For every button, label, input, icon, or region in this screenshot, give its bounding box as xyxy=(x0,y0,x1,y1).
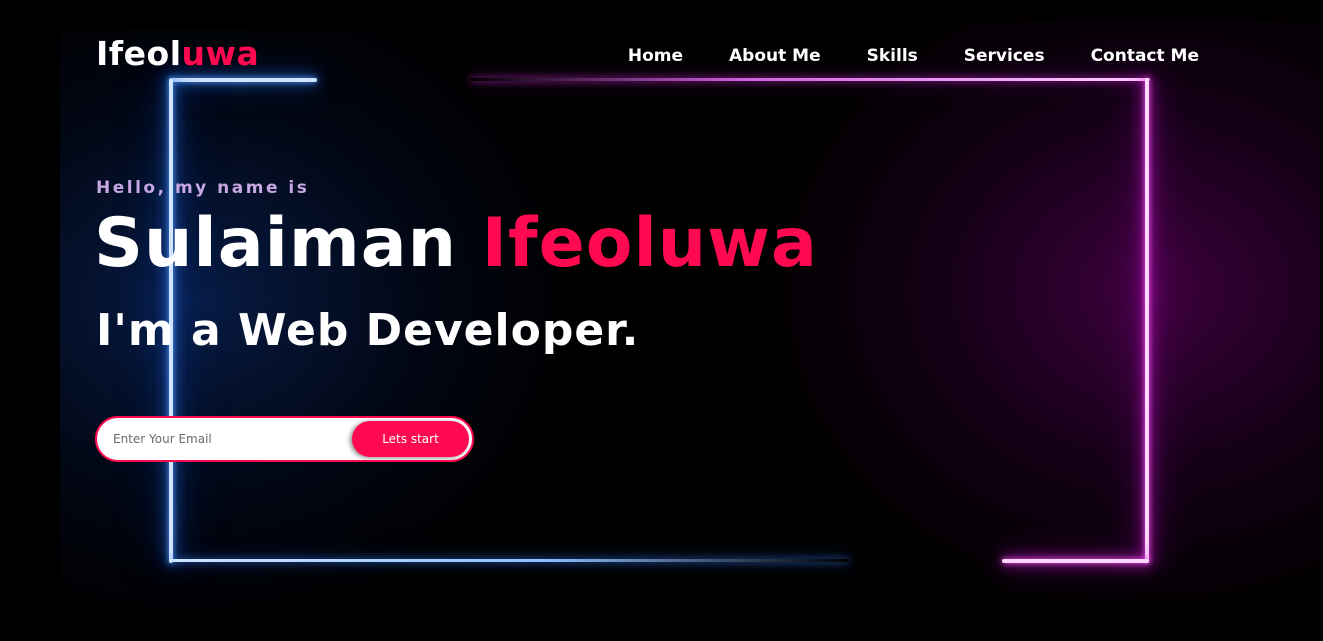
neon-frame-blue-bottom xyxy=(169,559,849,562)
nav-contact-me[interactable]: Contact Me xyxy=(1091,46,1199,66)
logo-text-white: Ifeol xyxy=(96,34,182,73)
page: Ifeoluwa Home About Me Skills Services C… xyxy=(0,0,1323,641)
nav-skills[interactable]: Skills xyxy=(867,46,918,66)
neon-frame-pink-right xyxy=(1145,78,1149,563)
email-signup-form: Lets start xyxy=(95,416,474,462)
hero-first-name: Sulaiman xyxy=(94,204,458,283)
hero-last-name: Ifeoluwa xyxy=(481,204,818,283)
nav-services[interactable]: Services xyxy=(964,46,1045,66)
neon-frame-pink-bottom xyxy=(1002,559,1149,563)
neon-glow-pink xyxy=(760,20,1320,620)
hero-role: I'm a Web Developer. xyxy=(96,305,640,356)
email-input[interactable] xyxy=(97,418,352,460)
logo-text-accent: uwa xyxy=(181,34,260,73)
hero-name: Sulaiman Ifeoluwa xyxy=(94,210,818,278)
logo[interactable]: Ifeoluwa xyxy=(96,34,259,73)
neon-frame-pink-top xyxy=(470,78,1150,81)
neon-frame-blue-top xyxy=(169,78,317,82)
lets-start-button[interactable]: Lets start xyxy=(352,421,469,457)
nav-home[interactable]: Home xyxy=(628,46,683,66)
nav-about-me[interactable]: About Me xyxy=(729,46,821,66)
main-nav: Home About Me Skills Services Contact Me xyxy=(582,46,1199,66)
hero-greeting: Hello, my name is xyxy=(96,178,310,198)
